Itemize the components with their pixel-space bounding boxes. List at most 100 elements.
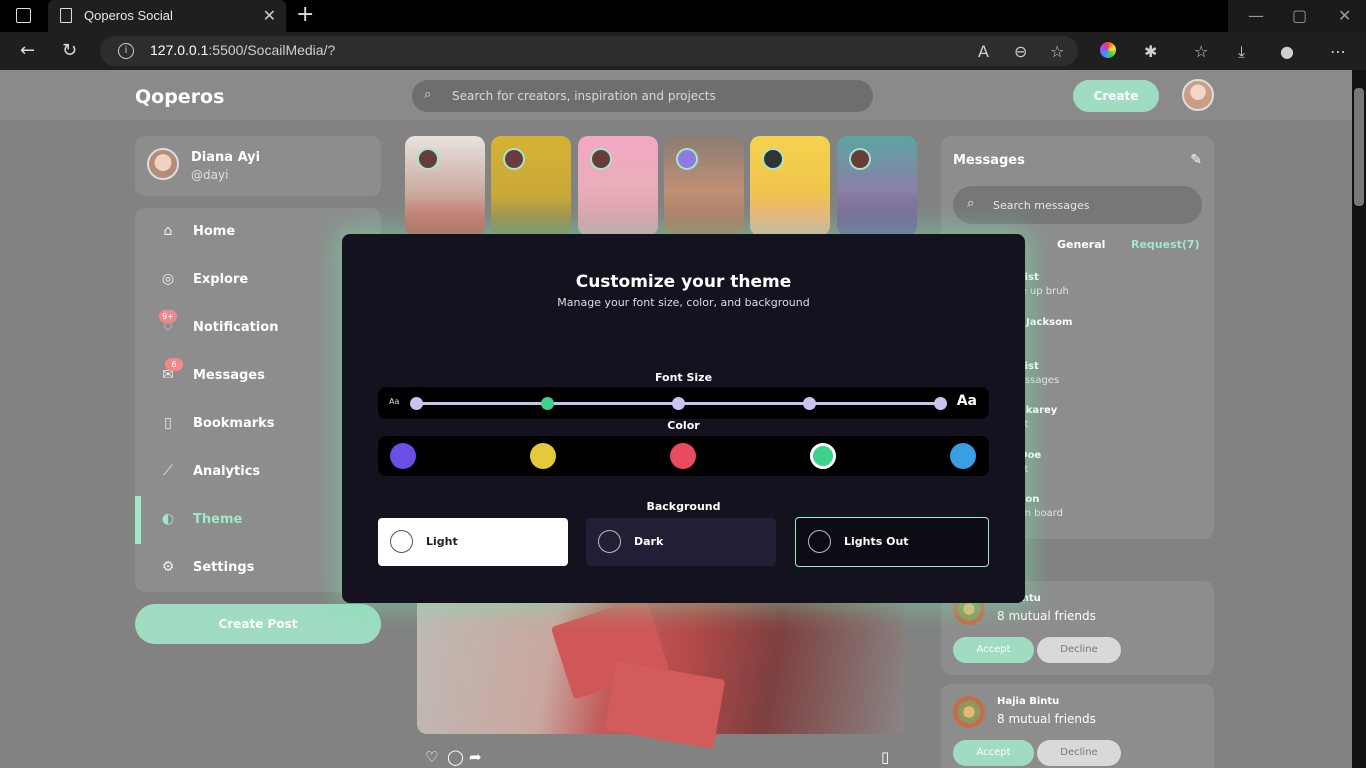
profile-card[interactable]: Diana Ayi @dayi xyxy=(135,136,381,196)
font-size-slider[interactable]: Aa Aa xyxy=(378,387,989,419)
color-purple[interactable] xyxy=(390,443,416,469)
sidebar-item-label: Explore xyxy=(193,272,249,287)
profile-name: Diana Ayi xyxy=(191,150,261,165)
background-lights-out-option[interactable]: Lights Out xyxy=(795,517,989,567)
font-size-step-1[interactable] xyxy=(410,397,423,410)
zoom-out-icon[interactable]: ⊖ xyxy=(1014,42,1027,61)
tab-title: Qoperos Social xyxy=(84,8,173,23)
new-tab-button[interactable]: + xyxy=(296,4,314,26)
font-size-label: Font Size xyxy=(654,371,713,384)
background-light-option[interactable]: Light xyxy=(378,518,568,566)
friend-request-card: Hajia Bintu 8 mutual friends Accept Decl… xyxy=(941,684,1214,768)
font-size-step-2[interactable] xyxy=(541,397,554,410)
color-yellow[interactable] xyxy=(530,443,556,469)
search-icon: ⌕ xyxy=(424,87,432,102)
modal-subtitle: Manage your font size, color, and backgr… xyxy=(557,296,810,309)
theme-modal: Customize your theme Manage your font si… xyxy=(342,234,1025,603)
story-avatar xyxy=(590,148,612,170)
address-bar[interactable]: i 127.0.0.1:5500/SocailMedia/? xyxy=(100,36,1078,66)
create-post-button[interactable]: Create Post xyxy=(135,604,381,644)
background-dark-option[interactable]: Dark xyxy=(586,518,776,566)
compass-icon: ◎ xyxy=(161,271,175,287)
tab-general[interactable]: General xyxy=(1057,238,1105,251)
color-extension-icon[interactable] xyxy=(1100,42,1116,58)
chart-icon: ⟋ xyxy=(163,463,173,479)
font-size-step-3[interactable] xyxy=(672,397,685,410)
radio-light xyxy=(390,530,413,553)
palette-icon: ◐ xyxy=(161,511,175,527)
sidebar-item-label: Messages xyxy=(193,368,265,383)
post-actions: ♡ ◯ ➦ ▯ xyxy=(417,748,905,768)
share-icon[interactable]: ➦ xyxy=(469,748,482,766)
minimize-icon[interactable]: — xyxy=(1248,6,1264,25)
decline-button[interactable]: Decline xyxy=(1037,637,1121,663)
font-size-step-5[interactable] xyxy=(934,397,947,410)
heart-icon[interactable]: ♡ xyxy=(425,748,438,766)
story[interactable] xyxy=(491,136,571,236)
create-button[interactable]: Create xyxy=(1073,80,1159,112)
more-icon[interactable]: ⋯ xyxy=(1330,42,1346,61)
story[interactable] xyxy=(664,136,744,236)
search-icon: ⌕ xyxy=(967,196,975,211)
maximize-icon[interactable]: ▢ xyxy=(1292,6,1307,25)
tab-requests[interactable]: Request(7) xyxy=(1131,238,1200,251)
scrollbar-thumb[interactable] xyxy=(1354,88,1364,206)
message-search-input[interactable]: ⌕ Search messages xyxy=(953,186,1202,224)
back-icon[interactable]: ← xyxy=(20,40,35,61)
color-label: Color xyxy=(667,419,700,432)
profile-avatar xyxy=(147,148,179,180)
story-avatar xyxy=(849,148,871,170)
decline-button[interactable]: Decline xyxy=(1037,740,1121,766)
story-avatar xyxy=(503,148,525,170)
sidebar-item-label: Notification xyxy=(193,320,279,335)
favorites-icon[interactable]: ☆ xyxy=(1194,42,1208,61)
color-picker xyxy=(378,436,989,476)
browser-tab[interactable]: Qoperos Social ✕ xyxy=(48,0,286,32)
font-size-step-4[interactable] xyxy=(803,397,816,410)
edit-icon[interactable]: ✎ xyxy=(1190,152,1202,168)
notification-badge: 9+ xyxy=(159,310,177,323)
favorite-icon[interactable]: ☆ xyxy=(1050,42,1064,61)
extensions-icon[interactable]: ✱ xyxy=(1144,42,1157,61)
background-option-label: Light xyxy=(426,535,458,548)
story-avatar xyxy=(762,148,784,170)
request-name: Hajia Bintu xyxy=(997,696,1060,707)
modal-title: Customize your theme xyxy=(575,272,792,292)
sidebar-item-label: Theme xyxy=(193,512,243,527)
read-aloud-icon[interactable]: A xyxy=(978,42,989,61)
radio-dark xyxy=(598,530,621,553)
profile-icon[interactable]: ● xyxy=(1280,42,1294,61)
color-green[interactable] xyxy=(810,443,836,469)
close-window-icon[interactable]: ✕ xyxy=(1338,6,1351,25)
search-placeholder: Search for creators, inspiration and pro… xyxy=(452,89,716,103)
tab-actions-icon[interactable] xyxy=(16,8,31,23)
reload-icon[interactable]: ↻ xyxy=(62,40,77,61)
story[interactable] xyxy=(578,136,658,236)
color-red[interactable] xyxy=(670,443,696,469)
color-blue[interactable] xyxy=(950,443,976,469)
story[interactable] xyxy=(405,136,485,236)
story-avatar xyxy=(676,148,698,170)
search-input[interactable]: ⌕ Search for creators, inspiration and p… xyxy=(412,80,873,112)
story[interactable] xyxy=(750,136,830,236)
messages-title: Messages xyxy=(953,153,1025,168)
page-icon xyxy=(60,8,72,23)
font-small-label: Aa xyxy=(389,397,400,406)
accept-button[interactable]: Accept xyxy=(953,740,1034,766)
story-avatar xyxy=(417,148,439,170)
logo[interactable]: Qoperos xyxy=(135,86,224,108)
download-icon[interactable]: ⤓ xyxy=(1238,42,1245,62)
sidebar-item-label: Bookmarks xyxy=(193,416,275,431)
message-search-placeholder: Search messages xyxy=(993,199,1090,212)
comment-icon[interactable]: ◯ xyxy=(447,748,464,766)
radio-lights-out xyxy=(808,530,831,553)
url-text: 127.0.0.1:5500/SocailMedia/? xyxy=(150,42,336,58)
story[interactable] xyxy=(837,136,917,236)
site-info-icon[interactable]: i xyxy=(118,43,134,59)
bookmark-icon: ▯ xyxy=(164,415,172,431)
bookmark-icon[interactable]: ▯ xyxy=(881,748,889,766)
avatar[interactable] xyxy=(1182,79,1214,111)
sidebar-item-label: Analytics xyxy=(193,464,261,479)
tab-close-icon[interactable]: ✕ xyxy=(263,6,276,25)
accept-button[interactable]: Accept xyxy=(953,637,1034,663)
